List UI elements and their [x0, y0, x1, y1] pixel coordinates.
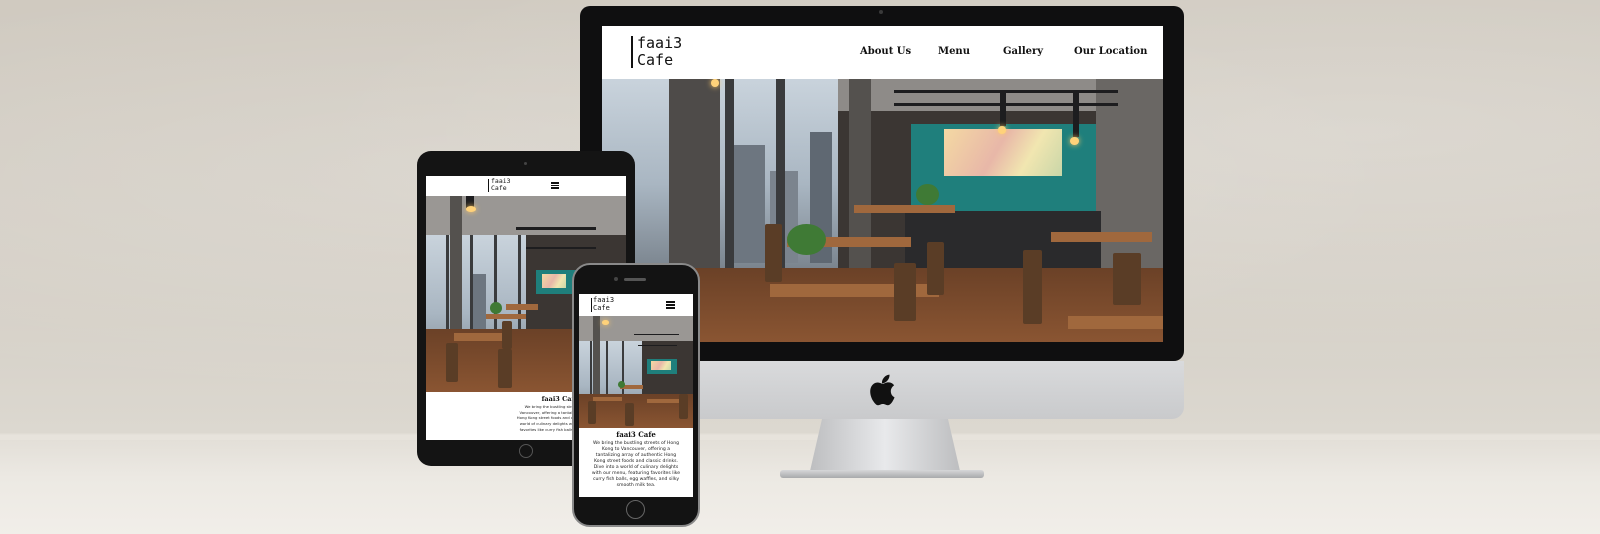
logo-line-2[interactable]: Cafe: [637, 53, 673, 68]
mobile-header: faai3 Cafe: [579, 294, 693, 316]
floor-background: [0, 440, 1600, 534]
desktop-header: faai3 Cafe About Us Menu Gallery Our Loc…: [602, 26, 1163, 79]
logo-bar-icon: [591, 298, 592, 312]
hamburger-menu-icon[interactable]: [666, 301, 675, 309]
mobile-page-title: faai3 Cafe: [616, 430, 656, 439]
mobile-intro-text: We bring the bustling streets of Hong Ko…: [591, 441, 681, 489]
nav-about-us[interactable]: About Us: [860, 46, 911, 57]
logo-line-1[interactable]: faai3: [593, 297, 614, 304]
hamburger-menu-icon[interactable]: [551, 182, 559, 189]
camera-icon: [614, 277, 618, 281]
camera-icon: [879, 10, 883, 14]
logo-line-1[interactable]: faai3: [637, 36, 682, 51]
apple-logo-icon: [870, 374, 895, 406]
logo-line-2[interactable]: Cafe: [491, 185, 507, 192]
nav-our-location[interactable]: Our Location: [1074, 46, 1147, 57]
imac-stand-foot: [780, 470, 984, 478]
camera-icon: [524, 162, 527, 165]
speaker-icon: [624, 278, 646, 281]
home-button[interactable]: [626, 500, 645, 519]
home-button[interactable]: [519, 444, 533, 458]
mobile-website: faai3 Cafe faai3 Cafe We bring the bustl…: [579, 294, 693, 497]
imac-stand-neck: [810, 419, 960, 471]
logo-bar-icon: [631, 36, 633, 68]
nav-gallery[interactable]: Gallery: [1003, 46, 1043, 57]
hero-cafe-image: [579, 316, 693, 428]
logo-line-2[interactable]: Cafe: [593, 305, 610, 312]
nav-menu[interactable]: Menu: [938, 46, 970, 57]
tablet-header: faai3 Cafe: [426, 176, 626, 196]
logo-bar-icon: [488, 179, 489, 192]
